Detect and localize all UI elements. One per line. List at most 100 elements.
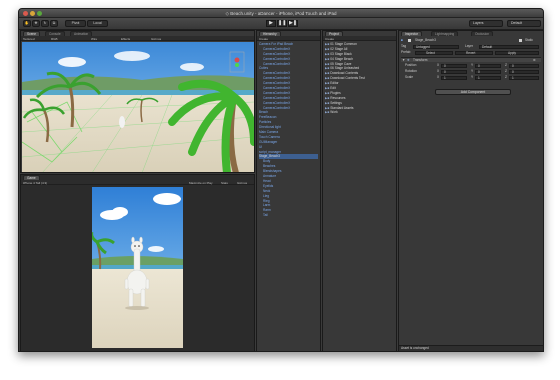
effects-toggle[interactable]: Effects: [121, 37, 130, 41]
x-axis-label: X: [437, 63, 440, 67]
prefab-row: Prefab Select Revert Apply: [401, 50, 541, 55]
folder-icon: ▶■: [325, 66, 330, 71]
wire-toggle[interactable]: Wire: [91, 37, 97, 41]
transform-position-row: Position X 0 Y 0 Z 0: [401, 63, 541, 68]
folder-icon: ▶■: [325, 105, 330, 110]
position-z-field[interactable]: 0: [509, 63, 539, 68]
layers-dropdown[interactable]: Layers: [469, 20, 503, 27]
rotation-z-field[interactable]: 0: [509, 69, 539, 74]
step-button[interactable]: ▶❚: [288, 20, 298, 27]
hierarchy-item[interactable]: Tail: [259, 213, 318, 218]
folder-icon: ▶■: [325, 51, 330, 56]
x-axis-label: X: [437, 75, 440, 79]
move-tool-button[interactable]: ✥: [32, 20, 40, 27]
hierarchy-tree: Camera For iPad Beach CameraControllerX …: [259, 42, 318, 218]
game-panel: Game iPhone 4 Tall (4:3) Maximize on Pla…: [20, 174, 255, 351]
window-title: ◇ Beach.unity - aDancer - iPhone, iPod T…: [225, 11, 337, 16]
tab-inspector[interactable]: Inspector: [401, 31, 423, 36]
transform-header[interactable]: ▼ ✥ Transform ⚙: [401, 57, 541, 62]
scale-z-field[interactable]: 1: [509, 75, 539, 80]
folder-icon: ▶■: [325, 42, 330, 46]
add-component-button[interactable]: Add Component: [435, 89, 511, 95]
layer-label: Layer: [465, 44, 473, 48]
pivot-toggle-button[interactable]: Pivot: [65, 20, 86, 27]
transform-row-label: Position: [405, 63, 417, 67]
prefab-select-button[interactable]: Select: [415, 50, 453, 55]
transform-scale-row: Scale X 1 Y 1 Z 1: [401, 75, 541, 80]
z-axis-label: Z: [505, 69, 507, 73]
game-gizmos-toggle[interactable]: Gizmos: [237, 181, 247, 185]
transform-rotation-row: Rotation X 0 Y 0 Z 0: [401, 69, 541, 74]
layer-dropdown[interactable]: Default: [479, 44, 539, 49]
scene-panel: Scene Console Animation Textured RGB Wir…: [20, 30, 255, 173]
z-axis-label: Z: [505, 75, 507, 79]
gameobject-icon: ■: [401, 38, 403, 42]
y-axis-label: Y: [471, 69, 474, 73]
position-x-field[interactable]: 0: [441, 63, 467, 68]
render-mode-dropdown[interactable]: Textured: [23, 37, 35, 41]
tab-lightmapping[interactable]: Lightmapping: [431, 31, 459, 36]
folder-icon: ▶■: [325, 61, 330, 66]
folder-icon: ▶■: [325, 86, 330, 91]
hand-tool-button[interactable]: ✋: [23, 20, 31, 27]
object-name-field[interactable]: Stage_Beach3: [415, 38, 475, 43]
project-tree: ▶■ 01 Stage Common ▶■ 02 Stage All ▶■ 03…: [325, 42, 394, 115]
prefab-label: Prefab: [401, 50, 411, 54]
rotate-tool-button[interactable]: ↻: [41, 20, 49, 27]
folder-icon: ▶■: [325, 76, 330, 81]
game-toolbar: iPhone 4 Tall (4:3) Maximize on Play Sta…: [21, 180, 254, 185]
active-checkbox[interactable]: [408, 39, 411, 42]
rotation-y-field[interactable]: 0: [475, 69, 501, 74]
scale-x-field[interactable]: 1: [441, 75, 467, 80]
tag-dropdown[interactable]: Untagged: [413, 44, 459, 49]
tab-occlusion[interactable]: Occlusion: [471, 31, 493, 36]
folder-icon: ▶■: [325, 56, 330, 61]
game-view[interactable]: [92, 187, 183, 348]
project-toolbar: Create: [323, 36, 396, 41]
folder-icon: ▶■: [325, 110, 330, 115]
scale-tool-button[interactable]: ⧉: [50, 20, 58, 27]
rotation-x-field[interactable]: 0: [441, 69, 467, 74]
z-axis-label: Z: [505, 63, 507, 67]
hierarchy-toolbar: Create: [257, 36, 320, 41]
asset-status-bar: Asset is unchanged: [399, 345, 543, 351]
project-create-button[interactable]: Create: [325, 37, 334, 41]
gizmos-dropdown[interactable]: Gizmos: [151, 37, 161, 41]
hierarchy-panel: Hierarchy Create Camera For iPad Beach C…: [256, 30, 321, 351]
folder-icon: ▶■: [325, 90, 330, 95]
x-axis-label: X: [437, 69, 440, 73]
tag-label: Tag: [401, 44, 407, 48]
play-button[interactable]: ▶: [266, 20, 276, 27]
prefab-apply-button[interactable]: Apply: [495, 50, 539, 55]
folder-icon: ▶■: [325, 95, 330, 100]
static-checkbox[interactable]: [519, 39, 522, 42]
unity-editor-window: ◇ Beach.unity - aDancer - iPhone, iPod T…: [18, 8, 544, 352]
beach-scene-render: [22, 42, 254, 172]
stats-toggle[interactable]: Stats: [221, 181, 228, 185]
y-axis-label: Y: [471, 75, 474, 79]
pause-button[interactable]: ❚❚: [277, 20, 287, 27]
transform-row-label: Scale: [405, 75, 413, 79]
position-y-field[interactable]: 0: [475, 63, 501, 68]
prefab-revert-button[interactable]: Revert: [455, 50, 493, 55]
layout-dropdown[interactable]: Default: [507, 20, 541, 27]
alpaca-game-render: [92, 187, 183, 348]
title-bar: ◇ Beach.unity - aDancer - iPhone, iPod T…: [19, 9, 543, 18]
tag-layer-row: Tag Untagged Layer Default: [401, 44, 541, 49]
folder-icon: ▶■: [325, 46, 330, 51]
transform-row-label: Rotation: [405, 69, 417, 73]
hierarchy-create-button[interactable]: Create: [259, 37, 268, 41]
scale-y-field[interactable]: 1: [475, 75, 501, 80]
maximize-on-play-toggle[interactable]: Maximize on Play: [189, 181, 213, 185]
project-folder[interactable]: ▶■ Work: [325, 110, 394, 115]
y-axis-label: Y: [471, 63, 474, 67]
folder-icon: ▶■: [325, 81, 330, 86]
channel-dropdown[interactable]: RGB: [51, 37, 58, 41]
local-toggle-button[interactable]: Local: [87, 20, 108, 27]
scene-toolbar: Textured RGB Wire Effects Gizmos: [21, 36, 254, 41]
object-header: ■ Stage_Beach3 Static: [401, 38, 541, 43]
aspect-dropdown[interactable]: iPhone 4 Tall (4:3): [23, 181, 47, 185]
project-panel: Project Create ▶■ 01 Stage Common ▶■ 02 …: [322, 30, 397, 351]
scene-view[interactable]: [22, 42, 254, 172]
folder-icon: ▶■: [325, 100, 330, 105]
